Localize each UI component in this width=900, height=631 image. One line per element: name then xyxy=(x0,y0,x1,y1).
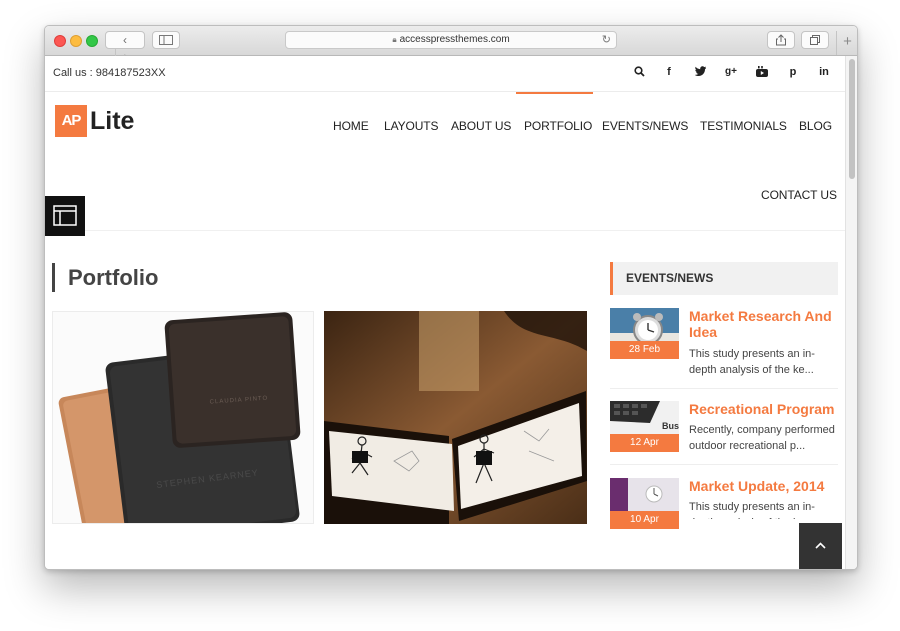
chevron-up-icon xyxy=(815,542,826,549)
address-text: accesspressthemes.com xyxy=(399,34,510,45)
search-icon[interactable] xyxy=(631,66,647,80)
nav-events-news[interactable]: EVENTS/NEWS xyxy=(602,119,688,133)
web-page: Call us : 984187523XX f g+ p in AP Lite … xyxy=(45,56,857,569)
event-item: 28 Feb Market Research And Idea This stu… xyxy=(610,308,838,398)
event-date-badge: 28 Feb xyxy=(610,341,679,359)
zoom-window-button[interactable] xyxy=(86,35,98,47)
site-header: AP Lite HOME LAYOUTS ABOUT US PORTFOLIO … xyxy=(45,92,845,236)
new-tab-button[interactable]: + xyxy=(836,31,857,55)
divider xyxy=(610,464,838,465)
nav-testimonials[interactable]: TESTIMONIALS xyxy=(700,119,787,133)
facebook-icon[interactable]: f xyxy=(661,66,677,78)
call-us-text: Call us : 984187523XX xyxy=(53,67,166,79)
nav-layouts[interactable]: LAYOUTS xyxy=(384,119,439,133)
lock-icon: 🔒︎ xyxy=(392,35,397,44)
nav-portfolio[interactable]: PORTFOLIO xyxy=(524,119,592,133)
layout-switcher-button[interactable] xyxy=(45,196,85,236)
tabs-overview-button[interactable] xyxy=(801,31,829,49)
event-title-link[interactable]: Recreational Program xyxy=(689,401,839,417)
nav-contact-us[interactable]: CONTACT US xyxy=(761,188,837,202)
scrollbar[interactable] xyxy=(845,56,857,569)
tabs-icon xyxy=(810,35,820,45)
event-excerpt: This study presents an in-depth analysis… xyxy=(689,501,815,519)
fashion-sketchbook-image xyxy=(324,311,587,524)
sidebar-toggle-button[interactable] xyxy=(152,31,180,49)
event-excerpt: Recently, company performed outdoor recr… xyxy=(689,424,835,452)
minimize-window-button[interactable] xyxy=(70,35,82,47)
sidebar-icon xyxy=(159,35,173,45)
leather-albums-image: STEPHEN KEARNEY CLAUDIA PINTO xyxy=(53,312,313,523)
logo-mark[interactable]: AP xyxy=(55,105,87,137)
logo-text[interactable]: Lite xyxy=(90,105,134,137)
nav-blog[interactable]: BLOG xyxy=(799,119,832,133)
portfolio-item-albums[interactable]: STEPHEN KEARNEY CLAUDIA PINTO xyxy=(52,311,314,524)
browser-toolbar: ‹› 🔒︎accesspressthemes.com ↻ + xyxy=(45,26,857,64)
nav-home[interactable]: HOME xyxy=(333,119,369,133)
share-icon xyxy=(776,34,786,46)
svg-text:Bus: Bus xyxy=(662,421,679,431)
event-title-link[interactable]: Market Update, 2014 xyxy=(689,478,839,494)
nav-about-us[interactable]: ABOUT US xyxy=(451,119,511,133)
address-bar[interactable]: 🔒︎ accesspressthemes.com ↻ xyxy=(285,31,617,49)
pinterest-icon[interactable]: p xyxy=(785,66,801,78)
page-title: Portfolio xyxy=(52,263,158,292)
events-news-heading: EVENTS/NEWS xyxy=(610,262,838,295)
back-to-top-button[interactable] xyxy=(799,523,842,569)
event-date-badge: 12 Apr xyxy=(610,434,679,452)
event-item: Bus 12 Apr Recreational Program Recently… xyxy=(610,401,838,471)
event-thumbnail[interactable]: 28 Feb xyxy=(610,308,679,359)
share-button[interactable] xyxy=(767,31,795,49)
active-nav-indicator xyxy=(516,92,593,94)
browser-window: ‹› 🔒︎accesspressthemes.com ↻ + xyxy=(44,25,858,570)
linkedin-icon[interactable]: in xyxy=(816,66,832,78)
reload-icon[interactable]: ↻ xyxy=(602,32,611,48)
event-thumbnail[interactable]: Bus 12 Apr xyxy=(610,401,679,452)
event-excerpt: This study presents an in-depth analysis… xyxy=(689,348,815,376)
google-plus-icon[interactable]: g+ xyxy=(723,66,739,77)
twitter-icon[interactable] xyxy=(692,66,708,79)
event-title-link[interactable]: Market Research And Idea xyxy=(689,308,839,340)
divider xyxy=(610,388,838,389)
back-button[interactable]: ‹ xyxy=(116,32,135,48)
layout-icon xyxy=(53,205,77,226)
event-date-badge: 10 Apr xyxy=(610,511,679,529)
close-window-button[interactable] xyxy=(54,35,66,47)
youtube-icon[interactable] xyxy=(754,66,770,80)
event-thumbnail[interactable]: 10 Apr xyxy=(610,478,679,529)
scrollbar-thumb[interactable] xyxy=(849,59,855,179)
top-bar: Call us : 984187523XX f g+ p in xyxy=(45,56,845,92)
portfolio-item-sketchbook[interactable] xyxy=(324,311,587,524)
history-nav: ‹› xyxy=(105,31,145,64)
